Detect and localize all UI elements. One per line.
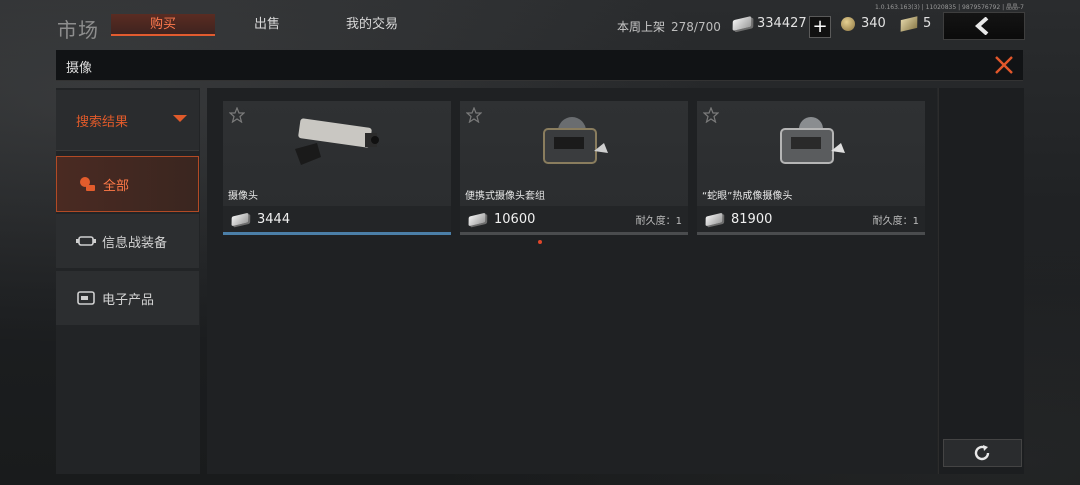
back-button[interactable] [943, 12, 1025, 40]
price-row: 81900 耐久度：1 [697, 206, 925, 232]
chevron-left-icon [974, 17, 989, 35]
cash-balance: 334427 [732, 15, 807, 32]
filter-dropdown[interactable]: 搜索结果 [56, 90, 199, 151]
coin-balance: 340 [841, 16, 886, 31]
star-icon[interactable] [229, 107, 245, 123]
cash-value: 334427 [757, 16, 807, 31]
voucher-value: 5 [923, 16, 932, 31]
version-text: 1.0.163.163(3) | 11020835 | 9879576792 |… [875, 4, 1024, 11]
star-icon[interactable] [466, 107, 482, 123]
chevron-down-icon [173, 115, 187, 122]
camera-icon [295, 118, 379, 165]
page-title: 市场 [57, 18, 99, 42]
tab-sell[interactable]: 出售 [215, 14, 319, 36]
coin-icon [841, 16, 855, 31]
category-all[interactable]: 全部 [56, 156, 199, 212]
price-row: 10600 耐久度：1 [460, 206, 688, 232]
selection-bar [697, 232, 925, 235]
coins-icon [77, 174, 97, 194]
cash-icon [732, 15, 752, 32]
add-currency-button[interactable]: + [809, 16, 831, 38]
close-icon [995, 56, 1013, 74]
page-indicator-dot [538, 240, 542, 244]
item-price: 3444 [257, 211, 291, 227]
category-infowar-gear[interactable]: 信息战装备 [56, 214, 199, 268]
item-name: 便携式摄像头套组 [465, 191, 545, 202]
camera-kit-icon [543, 117, 608, 164]
weekly-listing: 本周上架 278/700 [617, 18, 721, 35]
thermal-camera-icon [780, 117, 845, 164]
close-search-button[interactable] [993, 54, 1015, 80]
category-label: 信息战装备 [102, 235, 168, 251]
search-query: 摄像 [66, 61, 93, 76]
star-icon[interactable] [703, 107, 719, 123]
filter-label: 搜索结果 [76, 115, 129, 130]
item-card[interactable]: 便携式摄像头套组 10600 耐久度：1 [460, 101, 688, 235]
selection-bar [223, 232, 451, 235]
item-price: 10600 [494, 211, 536, 227]
cash-icon [705, 212, 723, 226]
voucher-icon [900, 15, 918, 32]
refresh-icon [974, 445, 990, 461]
item-card[interactable]: 摄像头 3444 [223, 101, 451, 235]
item-durability: 耐久度：1 [872, 215, 919, 227]
category-label: 全部 [103, 178, 130, 194]
side-column [938, 88, 1024, 474]
cash-icon [231, 212, 249, 226]
price-row: 3444 [223, 206, 451, 232]
weekly-listing-value: 278/700 [671, 20, 721, 34]
gadget-icon [76, 231, 96, 251]
item-card[interactable]: “蛇眼”热成像摄像头 81900 耐久度：1 [697, 101, 925, 235]
search-bar: 摄像 [56, 50, 1023, 81]
tab-buy[interactable]: 购买 [111, 14, 215, 36]
category-label: 电子产品 [102, 292, 155, 308]
item-name: 摄像头 [228, 191, 258, 202]
cash-icon [468, 212, 486, 226]
selection-bar [460, 232, 688, 235]
weekly-listing-label: 本周上架 [617, 20, 666, 34]
tab-my-trades[interactable]: 我的交易 [320, 14, 424, 36]
item-durability: 耐久度：1 [635, 215, 682, 227]
electronics-icon [76, 288, 96, 308]
category-electronics[interactable]: 电子产品 [56, 271, 199, 325]
item-name: “蛇眼”热成像摄像头 [702, 191, 793, 202]
voucher-balance: 5 [900, 15, 932, 32]
coin-value: 340 [861, 16, 886, 31]
refresh-button[interactable] [943, 439, 1022, 467]
item-price: 81900 [731, 211, 773, 227]
